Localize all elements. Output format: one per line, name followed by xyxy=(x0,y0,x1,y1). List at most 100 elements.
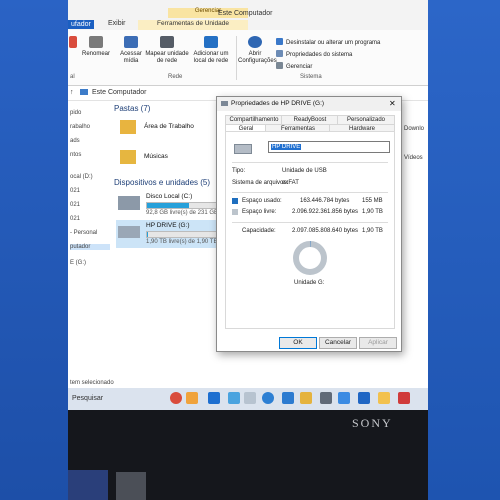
usb-drive-icon xyxy=(234,144,252,154)
uninstall-icon xyxy=(276,38,283,45)
dialog-title-bar[interactable]: Propriedades de HP DRIVE (G:) ✕ xyxy=(217,97,401,111)
used-space-bytes: 163.446.784 bytes xyxy=(300,198,350,204)
laptop-bezel: SONY xyxy=(68,410,428,500)
gear-icon xyxy=(248,36,262,48)
type-value: Unidade de USB xyxy=(282,168,327,174)
apply-button[interactable]: Aplicar xyxy=(359,337,397,349)
filesystem-value: exFAT xyxy=(282,180,299,186)
devices-header[interactable]: Dispositivos e unidades (5) xyxy=(114,178,210,187)
app-icon[interactable] xyxy=(398,392,410,404)
add-location-button[interactable]: Adicionar um local de rede xyxy=(192,36,230,65)
uninstall-button[interactable]: Desinstalar ou alterar um programa xyxy=(276,38,380,46)
folder-downloads[interactable]: Downlo xyxy=(404,126,424,132)
ribbon-tab-strip: ufador Exibir Gerenciar Ferramentas de U… xyxy=(68,0,428,31)
used-space-label: Espaço usado: xyxy=(242,198,282,204)
free-space-bytes: 2.096.922.361.856 bytes xyxy=(292,209,359,215)
clock-icon[interactable] xyxy=(170,392,182,404)
capacity-label: Capacidade: xyxy=(242,228,276,234)
store-icon[interactable] xyxy=(282,392,294,404)
map-drive-label: Mapear unidade de rede xyxy=(145,51,189,64)
app-icon[interactable] xyxy=(186,392,198,404)
tab-file[interactable]: ufador xyxy=(68,20,94,29)
capacity-bytes: 2.097.085.808.640 bytes xyxy=(292,228,359,234)
tab-view[interactable]: Exibir xyxy=(108,20,126,27)
drive-name-input[interactable]: HP DRIVE xyxy=(268,141,390,153)
nav-item[interactable]: 021 xyxy=(70,216,80,222)
system-properties-label: Propriedades do sistema xyxy=(286,52,353,58)
drive-letter-label: Unidade G: xyxy=(294,280,325,286)
nav-item[interactable]: rabalho xyxy=(70,124,90,130)
paste-icon xyxy=(69,36,77,48)
close-icon[interactable]: ✕ xyxy=(389,99,396,108)
cancel-button[interactable]: Cancelar xyxy=(319,337,357,349)
back-arrow-icon[interactable]: ↑ xyxy=(70,89,74,96)
search-label: Pesquisar xyxy=(72,395,104,402)
edge-icon[interactable] xyxy=(262,392,274,404)
ribbon: Renomear Acessar mídia Mapear unidade de… xyxy=(68,30,428,86)
access-media-button[interactable]: Acessar mídia xyxy=(118,36,144,65)
divider xyxy=(236,36,237,80)
system-properties-button[interactable]: Propriedades do sistema xyxy=(276,50,352,58)
add-location-label: Adicionar um local de rede xyxy=(193,51,229,64)
nav-item-this-pc[interactable]: putador xyxy=(70,244,110,250)
sticker xyxy=(116,472,146,500)
screen: ufador Exibir Gerenciar Ferramentas de U… xyxy=(68,0,428,410)
ok-button[interactable]: OK xyxy=(279,337,317,349)
donut-free-ring xyxy=(293,241,327,275)
hard-drive-icon xyxy=(118,196,140,210)
group-label-local: al xyxy=(70,74,75,80)
folders-header[interactable]: Pastas (7) xyxy=(114,104,150,113)
properties-dialog: Propriedades de HP DRIVE (G:) ✕ Comparti… xyxy=(216,96,402,352)
nav-item-drive-g[interactable]: E (G:) xyxy=(70,260,86,266)
rename-icon xyxy=(89,36,103,48)
access-media-label: Acessar mídia xyxy=(120,51,142,64)
calendar-icon[interactable] xyxy=(320,392,332,404)
drive-c-usage-bar xyxy=(146,202,218,209)
music-folder-icon xyxy=(120,150,136,164)
nav-item[interactable]: 021 xyxy=(70,202,80,208)
windows-start-icon[interactable] xyxy=(208,392,220,404)
add-location-icon xyxy=(204,36,218,48)
taskbar: Pesquisar xyxy=(68,388,428,410)
photos-icon[interactable] xyxy=(338,392,350,404)
paste-button[interactable] xyxy=(68,36,78,51)
divider xyxy=(232,162,388,163)
group-label-network: Rede xyxy=(168,74,183,80)
usb-drive-icon xyxy=(118,226,140,238)
desktop-folder-icon xyxy=(120,120,136,134)
manage-button[interactable]: Gerenciar xyxy=(276,62,312,70)
manage-icon xyxy=(276,62,283,69)
drive-c-name[interactable]: Disco Local (C:) xyxy=(146,193,192,200)
drive-g-name[interactable]: HP DRIVE (G:) xyxy=(146,222,190,229)
mail-icon[interactable] xyxy=(358,392,370,404)
capacity-size: 1,90 TB xyxy=(362,228,383,234)
rename-label: Renomear xyxy=(81,51,110,57)
nav-item-personal[interactable]: - Personal xyxy=(70,230,97,236)
nav-item[interactable]: 021 xyxy=(70,188,80,194)
task-view-icon[interactable] xyxy=(244,392,256,404)
open-settings-button[interactable]: Abrir Configurações xyxy=(238,36,277,65)
map-drive-button[interactable]: Mapear unidade de rede xyxy=(144,36,190,65)
taskbar-search[interactable]: Pesquisar xyxy=(68,392,163,406)
status-text: tem selecionado xyxy=(70,380,114,386)
folder-videos[interactable]: Vídeos xyxy=(404,155,423,161)
group-label-system: Sistema xyxy=(300,74,322,80)
file-explorer-icon[interactable] xyxy=(300,392,312,404)
nav-item[interactable]: pido xyxy=(70,110,81,116)
folder-icon[interactable] xyxy=(378,392,390,404)
nav-item[interactable]: ntos xyxy=(70,152,81,158)
photo-left-background xyxy=(0,0,68,500)
nav-item[interactable]: ads xyxy=(70,138,80,144)
computer-icon xyxy=(80,89,88,95)
breadcrumb: Este Computador xyxy=(92,89,147,96)
media-icon xyxy=(124,36,138,48)
rename-button[interactable]: Renomear xyxy=(80,36,112,58)
folder-desktop[interactable]: Área de Trabalho xyxy=(144,123,194,130)
type-label: Tipo: xyxy=(232,168,246,174)
folder-music[interactable]: Músicas xyxy=(144,153,168,160)
copilot-icon[interactable] xyxy=(228,392,240,404)
tab-drive-tools[interactable]: Ferramentas de Unidade xyxy=(138,20,248,30)
nav-item[interactable]: ocal (D:) xyxy=(70,174,93,180)
manage-label: Gerenciar xyxy=(286,64,313,70)
drive-c-usage-fill xyxy=(147,203,189,208)
